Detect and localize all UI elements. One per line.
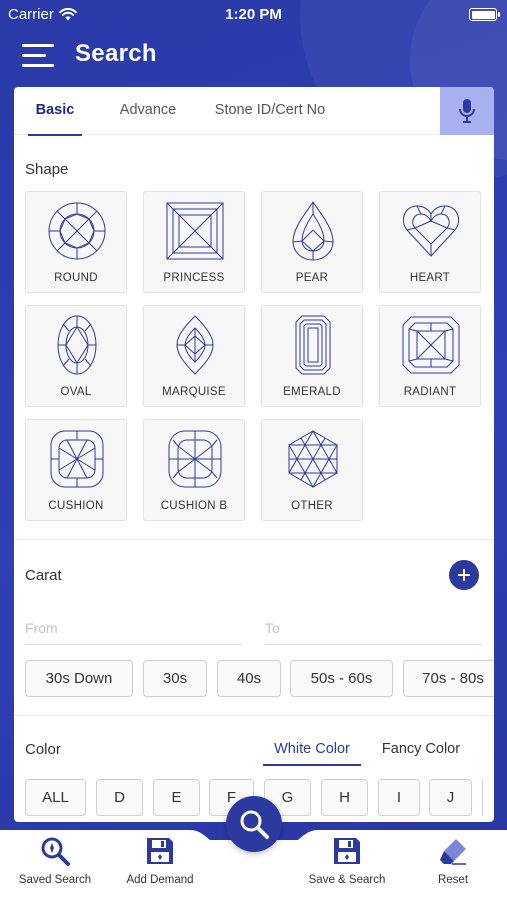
nav-add-demand[interactable]: Add Demand [105,836,215,896]
emerald-diamond-icon [295,315,331,375]
cushion-diamond-icon [50,430,104,488]
tab-advance[interactable]: Advance [114,87,182,135]
shape-heart[interactable]: HEART [379,191,481,293]
divider [14,715,494,716]
floppy-disk-icon [147,838,173,864]
shape-label-other: OTHER [291,500,333,512]
shape-label-pear: PEAR [295,272,329,284]
round-diamond-icon [48,202,106,260]
carat-chip[interactable]: 50s - 60s [290,660,393,697]
shape-label-princess: PRINCESS [163,272,225,284]
shape-round[interactable]: ROUND [25,191,127,293]
add-carat-button[interactable] [449,560,479,590]
color-chip[interactable]: D [96,779,143,816]
princess-diamond-icon [166,202,224,260]
carat-from-input[interactable] [25,611,242,645]
status-time: 1:20 PM [225,6,282,23]
color-chip[interactable]: I [378,779,420,816]
nav-label-save-and-search: Save & Search [308,874,386,886]
cushion-b-diamond-icon [168,430,222,488]
shape-label-oval: OVAL [60,386,92,398]
status-bar: Carrier 1:20 PM [0,0,507,28]
carat-chip[interactable]: 30s Down [25,660,133,697]
shape-emerald[interactable]: EMERALD [261,305,363,407]
microphone-button[interactable] [440,87,494,135]
shape-radiant[interactable]: RADIANT [379,305,481,407]
shape-cushion[interactable]: CUSHION [25,419,127,521]
floppy-disk-icon [334,838,360,864]
nav-saved-search[interactable]: Saved Search [0,836,110,896]
divider [14,539,494,540]
shape-cushion-b[interactable]: CUSHION B [143,419,245,521]
color-chip[interactable]: H [321,779,368,816]
carat-to-input[interactable] [265,611,483,645]
shape-label-heart: HEART [409,272,451,284]
color-chip[interactable]: E [153,779,200,816]
shape-label-cushion: CUSHION [48,500,104,512]
hamburger-menu-icon[interactable] [22,44,54,68]
tab-fancy-color[interactable]: Fancy Color [376,732,466,766]
shape-princess[interactable]: PRINCESS [143,191,245,293]
carat-chip[interactable]: 30s [143,660,207,697]
nav-label-reset: Reset [437,874,469,886]
nav-label-saved-search: Saved Search [18,874,92,886]
shape-label-marquise: MARQUISE [162,386,226,398]
microphone-icon [459,99,475,123]
tab-stone-id[interactable]: Stone ID/Cert No [210,87,330,135]
other-diamond-icon [288,429,338,489]
app-header: Search [0,34,507,78]
shape-oval[interactable]: OVAL [25,305,127,407]
shape-label-radiant: RADIANT [403,386,457,398]
shape-label-cushion-b: CUSHION B [160,500,228,512]
tab-basic[interactable]: Basic [28,87,82,136]
shape-marquise[interactable]: MARQUISE [143,305,245,407]
shape-label: Shape [25,161,69,178]
nav-reset[interactable]: Reset [398,836,507,896]
shape-label-emerald: EMERALD [283,386,341,398]
oval-diamond-icon [57,315,97,375]
nav-save-and-search[interactable]: Save & Search [292,836,402,896]
shape-label-round: ROUND [54,272,98,284]
battery-icon [469,8,500,21]
carat-chip[interactable]: 40s [217,660,281,697]
search-card: Basic Advance Stone ID/Cert No Shape ROU… [14,87,494,822]
nav-label-add-demand: Add Demand [126,874,194,886]
color-chip-edge [482,779,483,816]
search-tabs: Basic Advance Stone ID/Cert No [14,87,494,136]
color-label: Color [25,741,61,758]
radiant-diamond-icon [402,316,460,374]
color-chip-all[interactable]: ALL [25,779,86,816]
shape-other[interactable]: OTHER [261,419,363,521]
eraser-icon [440,839,466,865]
shape-pear[interactable]: PEAR [261,191,363,293]
pear-diamond-icon [292,201,334,261]
marquise-diamond-icon [176,315,214,375]
carat-chip[interactable]: 70s - 80s [403,660,494,697]
heart-diamond-icon [402,205,460,257]
saved-search-icon [41,837,70,866]
tab-white-color[interactable]: White Color [263,732,361,766]
carat-label: Carat [25,567,62,584]
search-fab-button[interactable] [226,796,282,852]
search-icon [240,810,269,839]
page-title: Search [75,40,157,67]
color-chip[interactable]: J [429,779,472,816]
